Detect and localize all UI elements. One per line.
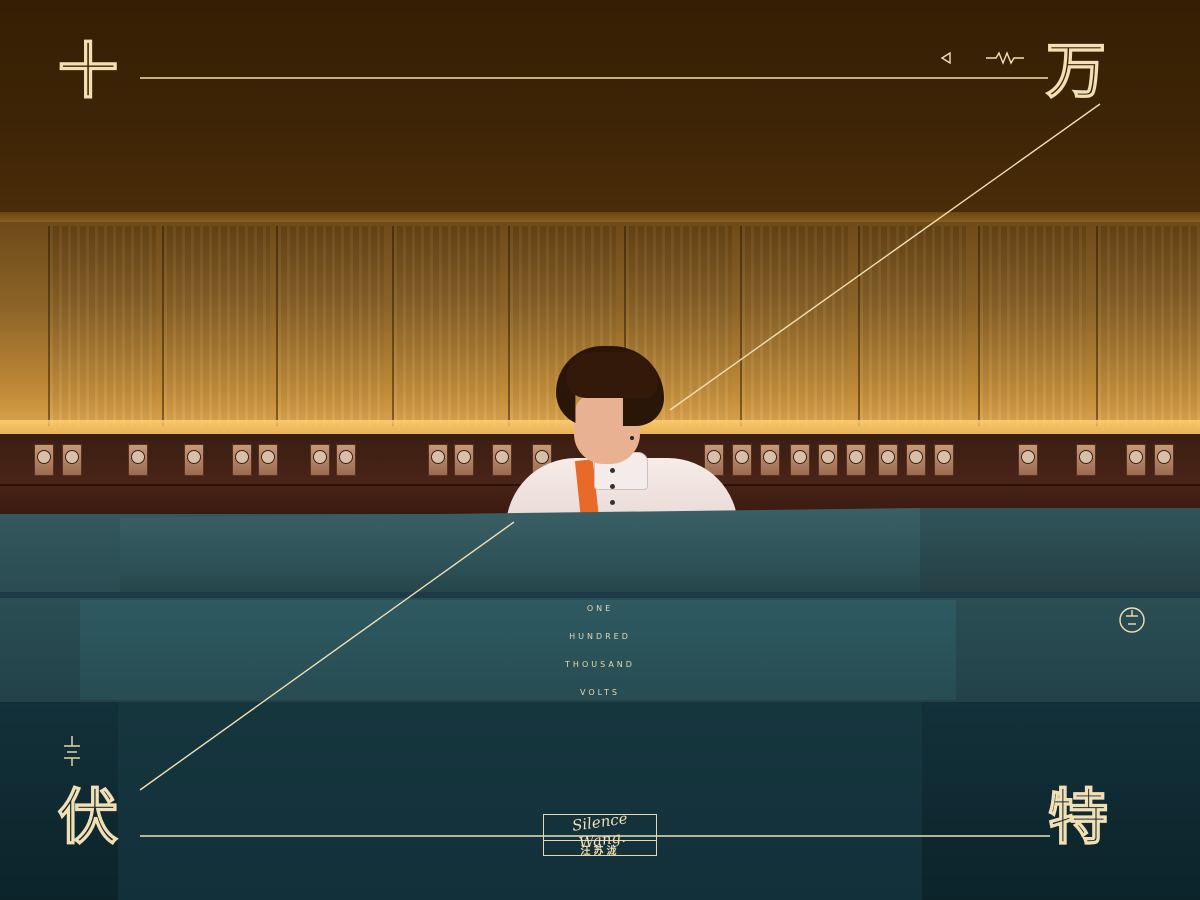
- center-word: THOUSAND: [565, 660, 635, 669]
- diagonal-wire-lower: [139, 521, 515, 791]
- album-cover: 十 万 伏 特 ONE HUNDRED THOUSAND VOLTS Silen…: [0, 0, 1200, 900]
- circuit-overlay: [64, 51, 1145, 837]
- center-word: HUNDRED: [569, 632, 631, 641]
- title-char-bottom-left: 伏: [57, 783, 118, 853]
- artist-name: 汪苏泷: [580, 846, 620, 857]
- title-char-top-right: 万: [1045, 37, 1106, 107]
- title-char-top-left: 十: [57, 37, 118, 107]
- plug-icon: [1119, 607, 1145, 633]
- diagonal-wire-upper: [669, 103, 1101, 411]
- arrow-left-icon: [940, 51, 951, 65]
- battery-icon: [64, 736, 80, 766]
- resistor-icon: [986, 51, 1024, 65]
- center-word: VOLTS: [580, 688, 620, 697]
- center-word: ONE: [586, 604, 614, 613]
- title-char-bottom-right: 特: [1047, 783, 1108, 853]
